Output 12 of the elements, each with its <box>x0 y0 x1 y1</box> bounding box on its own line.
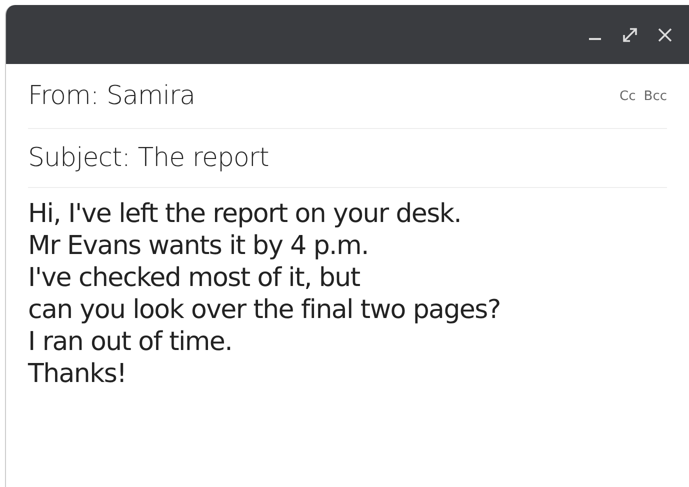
message-line: Hi, I've left the report on your desk. <box>28 198 462 230</box>
recipient-link[interactable]: Bcc <box>644 88 667 104</box>
subject-field[interactable]: Subject: The report <box>28 143 269 173</box>
close-icon[interactable] <box>657 26 673 42</box>
maximize-icon[interactable] <box>621 26 639 44</box>
message-line: I've checked most of it, but <box>28 262 361 294</box>
recipient-link[interactable]: Cc <box>620 88 636 104</box>
from-field[interactable]: From: Samira <box>28 81 196 111</box>
message-line: can you look over the final two pages? <box>28 294 502 326</box>
message-line: I ran out of time. <box>28 326 234 358</box>
message-line: Mr Evans wants it by 4 p.m. <box>28 230 370 262</box>
message-line: Thanks! <box>28 358 128 390</box>
